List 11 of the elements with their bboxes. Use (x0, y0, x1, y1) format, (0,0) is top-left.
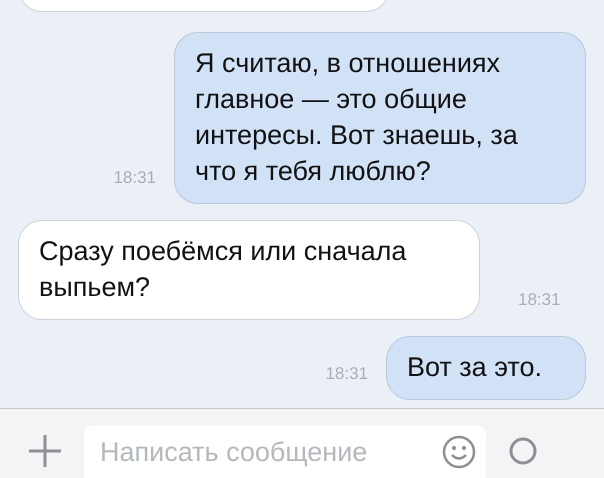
message-input[interactable]: Написать сообщение (98, 436, 442, 468)
message-text: Я считаю, в отношениях главное — это общие интересы. Вот знаешь, за что я тебя люблю? (195, 47, 519, 188)
message-time: 18:31 (325, 364, 368, 385)
circle-icon[interactable] (508, 436, 538, 466)
message-field[interactable]: Написать сообщение (84, 426, 486, 478)
plus-icon[interactable] (28, 434, 62, 468)
message-text: Вот за это. (407, 351, 543, 384)
smiley-icon[interactable] (442, 435, 476, 469)
message-time: 18:31 (518, 290, 561, 311)
message-text: Сразу поебёмся или сначала выпьем? (39, 235, 408, 304)
message-time: 18:31 (113, 168, 156, 189)
